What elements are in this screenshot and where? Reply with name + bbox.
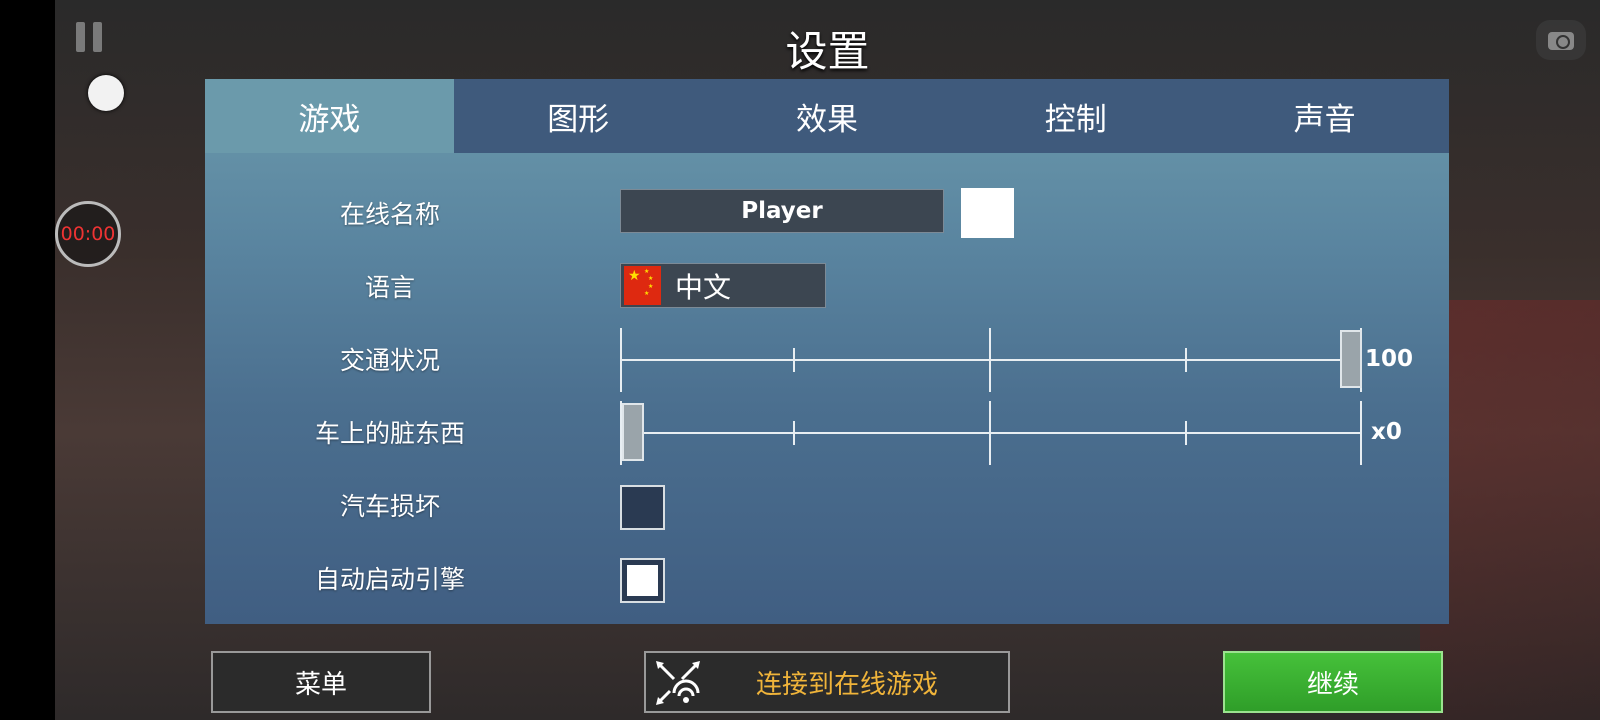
car-dirt-label: 车上的脏东西 [314, 419, 465, 448]
slider-thumb[interactable] [1340, 330, 1362, 388]
slider-track [620, 432, 1362, 434]
slider-tick [989, 328, 991, 392]
traffic-slider[interactable] [620, 328, 1362, 392]
slider-tick [1185, 421, 1187, 445]
connect-online-button[interactable]: 连接到在线游戏 [644, 651, 1010, 713]
tab-controls[interactable]: 控制 [951, 79, 1200, 153]
recording-timer[interactable]: 00:00 [55, 201, 121, 267]
car-dirt-slider[interactable] [620, 401, 1362, 465]
connect-online-label: 连接到在线游戏 [755, 669, 938, 700]
multiplayer-wifi-icon [656, 661, 700, 705]
slider-tick [989, 401, 991, 465]
slider-tick [620, 328, 622, 392]
tab-graphics[interactable]: 图形 [454, 79, 703, 153]
language-selector[interactable]: ★ ★ ★ ★ ★ 中文 [620, 263, 826, 308]
language-label: 语言 [364, 273, 415, 302]
car-dirt-value: x0 [1371, 419, 1402, 445]
online-name-label: 在线名称 [339, 200, 440, 229]
traffic-label: 交通状况 [339, 346, 440, 375]
tab-game[interactable]: 游戏 [205, 79, 454, 153]
slider-thumb[interactable] [622, 403, 644, 461]
slider-tick [1185, 348, 1187, 372]
menu-button[interactable]: 菜单 [211, 651, 431, 713]
car-damage-label: 汽车损坏 [339, 492, 440, 521]
slider-tick [793, 421, 795, 445]
page-title: 设置 [785, 27, 870, 76]
language-value: 中文 [675, 270, 732, 304]
settings-panel: 游戏 图形 效果 控制 声音 在线名称 Player 语言 ★ ★ ★ ★ ★ … [205, 79, 1449, 624]
online-name-input[interactable]: Player [620, 189, 944, 233]
settings-tabs: 游戏 图形 效果 控制 声音 [205, 79, 1449, 153]
slider-tick [1360, 401, 1362, 465]
tab-effects[interactable]: 效果 [703, 79, 952, 153]
slider-tick [793, 348, 795, 372]
left-edge-background [0, 0, 55, 720]
auto-start-engine-label: 自动启动引擎 [314, 565, 465, 594]
tab-sound[interactable]: 声音 [1200, 79, 1449, 153]
traffic-value: 100 [1365, 346, 1414, 372]
slider-track [620, 359, 1362, 361]
car-damage-checkbox[interactable] [620, 485, 665, 530]
continue-button[interactable]: 继续 [1223, 651, 1443, 713]
record-dot-button[interactable] [88, 75, 124, 111]
china-flag-icon: ★ ★ ★ ★ ★ [624, 266, 661, 305]
auto-start-engine-checkbox[interactable] [620, 558, 665, 603]
name-color-swatch[interactable] [961, 188, 1014, 238]
